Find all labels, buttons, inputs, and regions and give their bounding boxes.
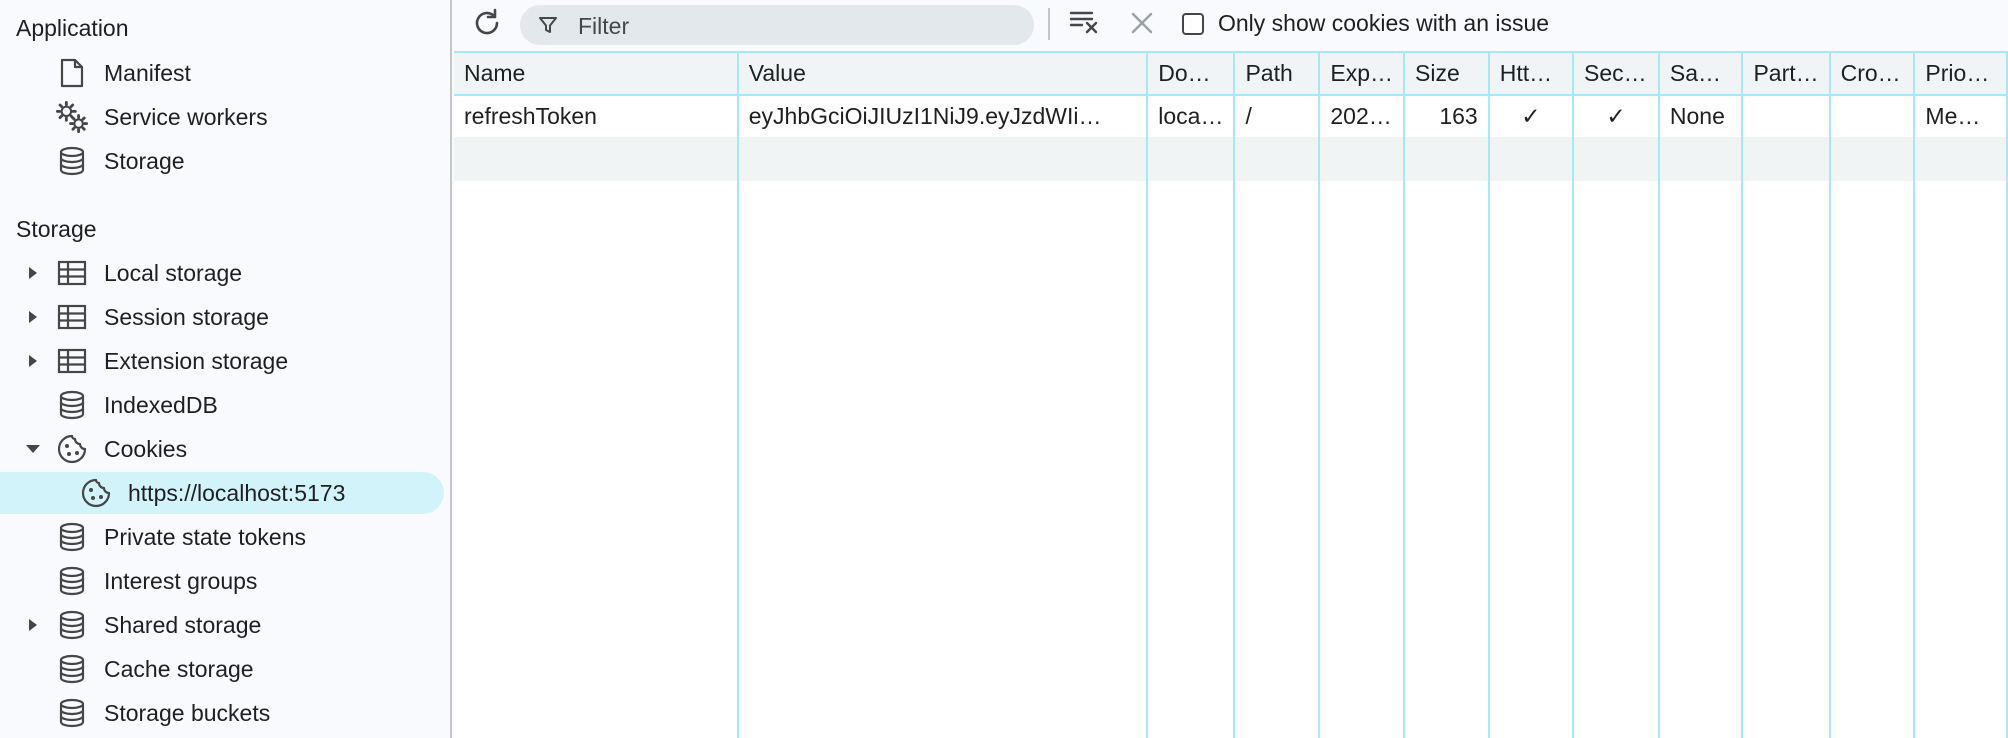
- table-header-row: Name Value Do… Path Exp… Size Htt… Sec… …: [454, 53, 2008, 96]
- storage-section-title: Storage: [16, 216, 97, 242]
- cell-path[interactable]: /: [1234, 95, 1321, 137]
- sidebar-item-private-state-tokens[interactable]: Private state tokens: [0, 516, 443, 558]
- only-issues-checkbox[interactable]: [1182, 13, 1204, 35]
- database-icon: [56, 521, 88, 553]
- application-section-title: Application: [16, 15, 129, 41]
- column-header-path[interactable]: Path: [1234, 53, 1321, 96]
- sidebar-item-label: IndexedDB: [104, 391, 218, 418]
- column-header-priority[interactable]: Prio…: [1914, 53, 2008, 96]
- column-header-expires[interactable]: Exp…: [1319, 53, 1405, 96]
- expand-arrow-icon[interactable]: [24, 352, 42, 370]
- column-header-partition-key[interactable]: Part…: [1742, 53, 1831, 96]
- sidebar-item-label: Local storage: [104, 259, 243, 286]
- document-icon: [56, 57, 88, 89]
- sidebar-item-label: Extension storage: [104, 347, 289, 374]
- database-icon: [56, 609, 88, 641]
- cell-name[interactable]: refreshToken: [454, 95, 739, 137]
- cell-partition-key[interactable]: [1742, 95, 1831, 137]
- sidebar: Application Manifest Service workers Sto…: [0, 0, 452, 738]
- sidebar-item-label: Storage: [104, 147, 185, 174]
- clear-all-cookies-button[interactable]: [1064, 6, 1104, 42]
- table-icon: [56, 301, 88, 333]
- table-icon: [56, 345, 88, 377]
- column-header-domain[interactable]: Do…: [1147, 53, 1236, 96]
- collapse-arrow-icon[interactable]: [24, 440, 42, 458]
- sidebar-item-indexeddb[interactable]: IndexedDB: [0, 384, 443, 426]
- toolbar-divider: [1048, 8, 1050, 40]
- cell-httponly[interactable]: ✓: [1488, 95, 1575, 137]
- column-header-cross-site[interactable]: Cro…: [1829, 53, 1916, 96]
- sidebar-item-label: https://localhost:5173: [128, 479, 346, 506]
- cell-domain[interactable]: loca…: [1147, 95, 1236, 137]
- column-header-httponly[interactable]: Htt…: [1488, 53, 1575, 96]
- database-icon: [56, 389, 88, 421]
- sidebar-item-label: Private state tokens: [104, 523, 306, 550]
- new-cookie-row[interactable]: [454, 137, 2008, 181]
- sidebar-item-manifest[interactable]: Manifest: [0, 52, 443, 94]
- cookie-icon: [80, 477, 112, 509]
- column-header-value[interactable]: Value: [737, 53, 1149, 96]
- database-icon: [56, 653, 88, 685]
- cell-cross-site[interactable]: [1829, 95, 1916, 137]
- table-row[interactable]: refreshToken eyJhbGciOiJIUzI1NiJ9.eyJzdW…: [454, 95, 2008, 137]
- cookies-toolbar: Only show cookies with an issue: [452, 0, 2008, 50]
- sidebar-item-label: Manifest: [104, 59, 191, 86]
- cookie-icon: [56, 433, 88, 465]
- cell-samesite[interactable]: None: [1658, 95, 1744, 137]
- column-header-samesite[interactable]: Sa…: [1658, 53, 1744, 96]
- refresh-button[interactable]: [468, 6, 506, 44]
- gears-icon: [56, 101, 88, 133]
- table-icon: [56, 257, 88, 289]
- column-header-secure[interactable]: Sec…: [1573, 53, 1660, 96]
- sidebar-item-interest-groups[interactable]: Interest groups: [0, 560, 443, 602]
- cookies-table: Name Value Do… Path Exp… Size Htt… Sec… …: [454, 51, 2008, 738]
- sidebar-item-label: Interest groups: [104, 567, 258, 594]
- filter-icon: [538, 15, 558, 35]
- filter-box[interactable]: [520, 5, 1034, 45]
- cell-priority[interactable]: Me…: [1914, 95, 2008, 137]
- sidebar-item-local-storage[interactable]: Local storage: [0, 252, 443, 294]
- only-issues-label[interactable]: Only show cookies with an issue: [1218, 10, 1549, 37]
- expand-arrow-icon[interactable]: [24, 264, 42, 282]
- cell-expires[interactable]: 202…: [1319, 95, 1405, 137]
- column-header-name[interactable]: Name: [454, 53, 739, 96]
- sidebar-item-label: Service workers: [104, 103, 268, 130]
- sidebar-item-label: Session storage: [104, 303, 269, 330]
- sidebar-item-label: Cookies: [104, 435, 188, 462]
- sidebar-item-label: Shared storage: [104, 611, 262, 638]
- cell-secure[interactable]: ✓: [1573, 95, 1660, 137]
- sidebar-item-shared-storage[interactable]: Shared storage: [0, 604, 443, 646]
- database-icon: [56, 145, 88, 177]
- database-icon: [56, 565, 88, 597]
- sidebar-item-label: Cache storage: [104, 655, 254, 682]
- delete-selected-button[interactable]: [1124, 8, 1160, 42]
- close-icon: [1130, 11, 1154, 40]
- cell-value[interactable]: eyJhbGciOiJIUzI1NiJ9.eyJzdWIi…: [737, 95, 1149, 137]
- refresh-icon: [471, 7, 503, 44]
- sidebar-item-service-workers[interactable]: Service workers: [0, 96, 443, 138]
- sidebar-item-label: Storage buckets: [104, 699, 271, 726]
- sidebar-item-storage-buckets[interactable]: Storage buckets: [0, 692, 443, 734]
- sidebar-item-storage[interactable]: Storage: [0, 140, 443, 182]
- sidebar-item-cache-storage[interactable]: Cache storage: [0, 648, 443, 690]
- clear-all-icon: [1068, 8, 1100, 41]
- expand-arrow-icon[interactable]: [24, 616, 42, 634]
- database-icon: [56, 697, 88, 729]
- sidebar-item-cookie-origin[interactable]: https://localhost:5173: [0, 472, 444, 514]
- sidebar-item-cookies[interactable]: Cookies: [0, 428, 443, 470]
- column-header-size[interactable]: Size: [1404, 53, 1490, 96]
- sidebar-item-extension-storage[interactable]: Extension storage: [0, 340, 443, 382]
- table-filler: [454, 181, 2008, 738]
- cell-size[interactable]: 163: [1404, 95, 1490, 137]
- filter-input[interactable]: [576, 9, 1020, 43]
- expand-arrow-icon[interactable]: [24, 308, 42, 326]
- sidebar-item-session-storage[interactable]: Session storage: [0, 296, 443, 338]
